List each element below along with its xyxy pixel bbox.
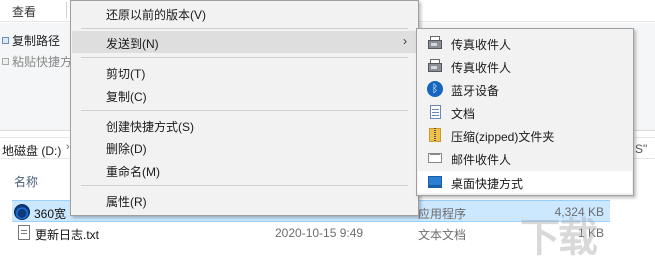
text-file-icon bbox=[18, 225, 30, 240]
menu-item-cut[interactable]: 剪切(T) bbox=[72, 61, 417, 83]
paste-shortcut-icon bbox=[2, 58, 9, 65]
submenu-item-label: 蓝牙设备 bbox=[451, 84, 500, 98]
submenu-item-label: 邮件收件人 bbox=[451, 153, 512, 167]
menu-item-restore-previous-versions[interactable]: 还原以前的版本(V) bbox=[72, 2, 417, 24]
menu-item-label: 发送到(N) bbox=[106, 37, 159, 51]
copy-path-button[interactable]: 复制路径 bbox=[2, 32, 60, 49]
submenu-item-label: 传真收件人 bbox=[451, 38, 512, 52]
submenu-item-bluetooth[interactable]: ᛒ 蓝牙设备 bbox=[418, 78, 632, 100]
submenu-item-mail-recipient[interactable]: 邮件收件人 bbox=[418, 147, 632, 169]
fax-icon bbox=[427, 58, 443, 74]
bluetooth-icon: ᛒ bbox=[427, 81, 443, 97]
app-icon bbox=[14, 204, 30, 220]
submenu-item-fax-recipient[interactable]: 传真收件人 bbox=[418, 32, 632, 54]
menu-separator bbox=[81, 110, 408, 111]
menu-separator bbox=[81, 57, 408, 58]
tab-view[interactable]: 查看 bbox=[12, 3, 36, 20]
search-box-text[interactable]: S" bbox=[635, 142, 647, 156]
menu-item-label: 剪切(T) bbox=[106, 67, 146, 81]
menu-item-copy[interactable]: 复制(C) bbox=[72, 84, 417, 106]
document-icon bbox=[427, 104, 443, 120]
column-header-name[interactable]: 名称 bbox=[14, 173, 38, 190]
address-path[interactable]: 地磁盘 (D:) bbox=[2, 142, 61, 159]
zip-folder-icon bbox=[427, 127, 443, 143]
menu-item-label: 复制(C) bbox=[106, 90, 147, 104]
copy-path-label: 复制路径 bbox=[12, 34, 61, 48]
menu-item-properties[interactable]: 属性(R) bbox=[72, 189, 417, 211]
paste-shortcut-label: 粘贴快捷方 bbox=[12, 55, 73, 69]
desktop-icon bbox=[427, 174, 443, 190]
submenu-item-label: 桌面快捷方式 bbox=[451, 177, 524, 191]
submenu-item-zip-folder[interactable]: 压缩(zipped)文件夹 bbox=[418, 124, 632, 146]
submenu-item-label: 压缩(zipped)文件夹 bbox=[451, 130, 555, 144]
menu-item-delete[interactable]: 删除(D) bbox=[72, 136, 417, 158]
menu-item-label: 属性(R) bbox=[106, 195, 147, 209]
send-to-submenu: 传真收件人 传真收件人 ᛒ 蓝牙设备 文档 压缩(zipped)文件夹 邮件收件… bbox=[416, 28, 634, 196]
submenu-item-desktop-shortcut[interactable]: 桌面快捷方式 bbox=[418, 171, 632, 193]
menu-item-send-to[interactable]: 发送到(N) › bbox=[72, 31, 417, 53]
fax-icon bbox=[427, 35, 443, 51]
menu-item-label: 还原以前的版本(V) bbox=[106, 8, 206, 22]
submenu-item-fax-recipient-2[interactable]: 传真收件人 bbox=[418, 55, 632, 77]
menu-item-label: 重命名(M) bbox=[106, 165, 160, 179]
mail-icon bbox=[427, 150, 443, 166]
chevron-right-icon: › bbox=[403, 34, 407, 48]
menu-item-rename[interactable]: 重命名(M) bbox=[72, 159, 417, 181]
menu-item-label: 创建快捷方式(S) bbox=[106, 120, 194, 134]
file-type: 文本文档 bbox=[418, 228, 467, 242]
watermark-logo: 下载 bbox=[520, 215, 598, 261]
file-date: 2020-10-15 9:49 bbox=[275, 226, 364, 240]
file-type: 应用程序 bbox=[418, 207, 467, 221]
submenu-item-documents[interactable]: 文档 bbox=[418, 101, 632, 123]
file-name: 360宽 bbox=[34, 207, 67, 221]
context-menu: 还原以前的版本(V) 发送到(N) › 剪切(T) 复制(C) 创建快捷方式(S… bbox=[70, 0, 419, 216]
submenu-item-label: 传真收件人 bbox=[451, 61, 512, 75]
paste-shortcut-button[interactable]: 粘贴快捷方 bbox=[2, 53, 72, 70]
submenu-item-label: 文档 bbox=[451, 107, 476, 121]
file-name: 更新日志.txt bbox=[35, 228, 100, 242]
menu-separator bbox=[81, 185, 408, 186]
menu-item-create-shortcut[interactable]: 创建快捷方式(S) bbox=[72, 114, 417, 136]
ribbon-divider bbox=[66, 2, 67, 18]
menu-item-label: 删除(D) bbox=[106, 142, 147, 156]
copy-path-icon bbox=[2, 37, 9, 44]
menu-separator bbox=[81, 28, 408, 29]
